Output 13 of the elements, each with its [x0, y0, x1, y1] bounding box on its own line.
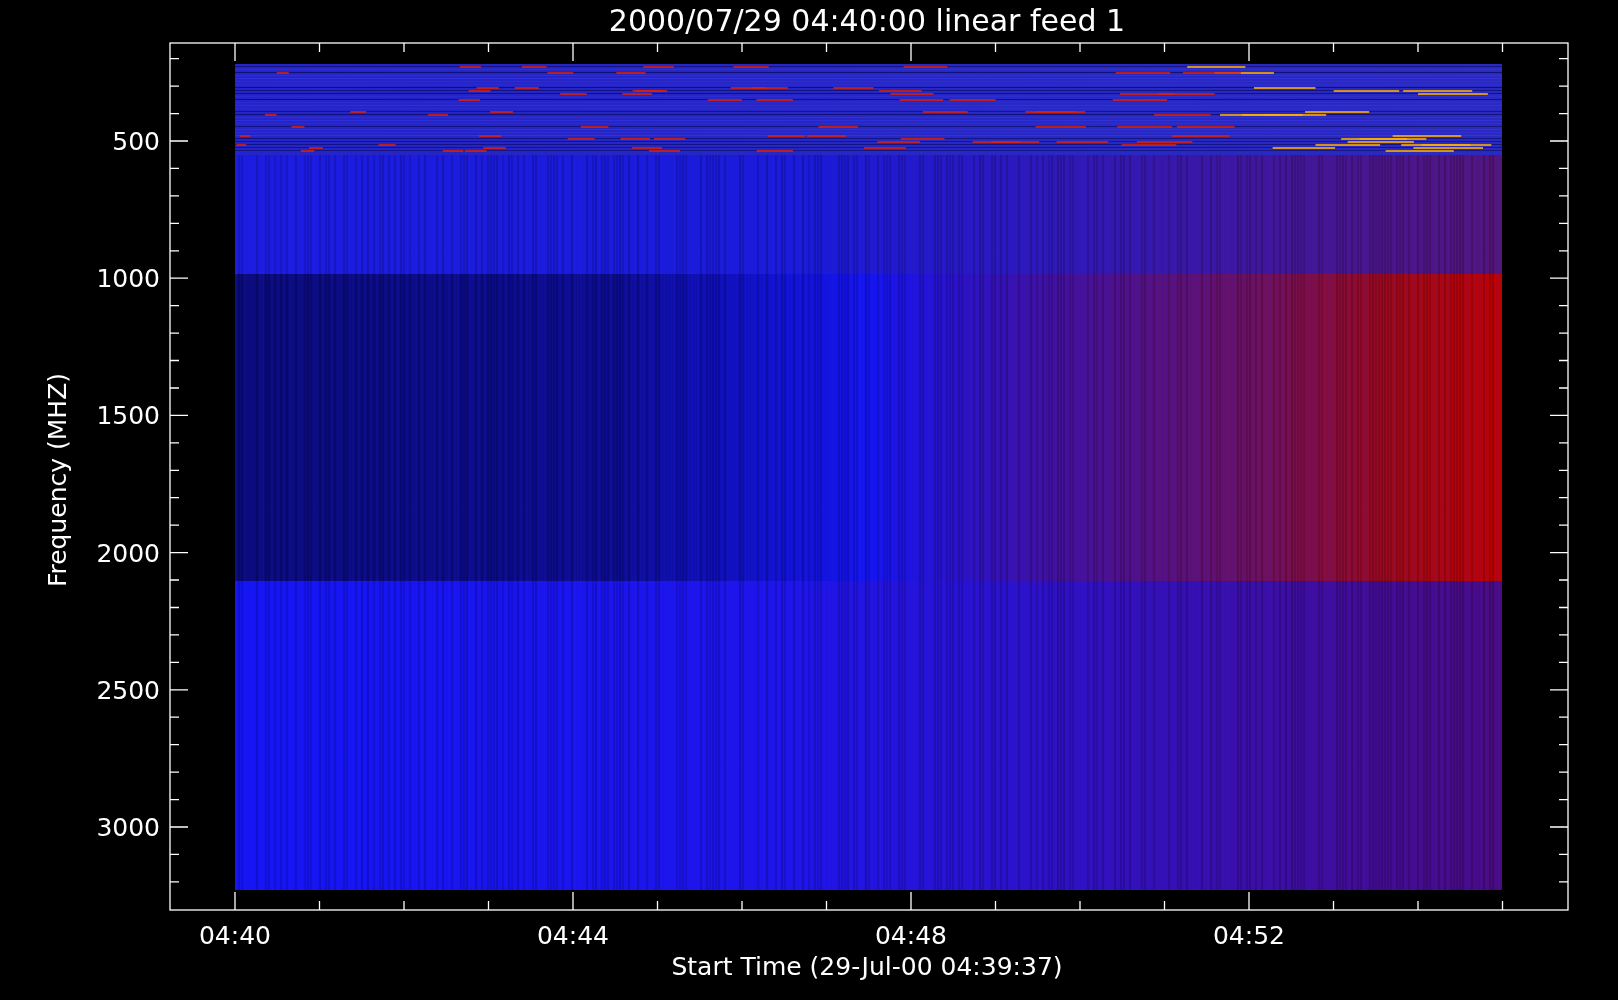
- y-tick-label: 2500: [96, 675, 160, 705]
- x-axis-label: Start Time (29-Jul-00 04:39:37): [671, 952, 1063, 981]
- y-tick-label: 500: [112, 127, 160, 156]
- y-axis-label: Frequency (MHZ): [43, 372, 72, 588]
- y-tick-label: 3000: [96, 813, 160, 842]
- x-tick-label: 04:48: [875, 921, 947, 950]
- y-tick-label: 1000: [96, 264, 160, 294]
- x-tick-label: 04:52: [1213, 921, 1285, 950]
- x-tick-label: 04:40: [199, 921, 271, 950]
- y-tick-label: 2000: [96, 538, 160, 568]
- chart-title: 2000/07/29 04:40:00 linear feed 1: [608, 3, 1126, 38]
- y-tick-label: 1500: [96, 401, 160, 431]
- x-tick-label: 04:44: [537, 921, 609, 950]
